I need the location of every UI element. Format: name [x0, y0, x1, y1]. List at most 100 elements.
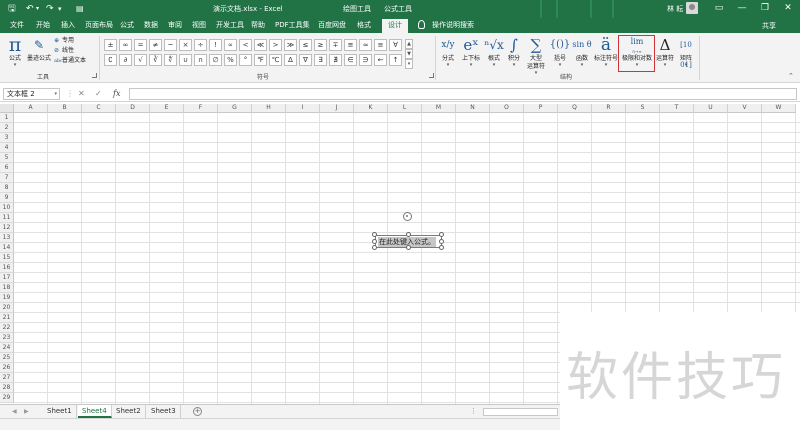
- row-header[interactable]: 13: [0, 233, 14, 243]
- row-header[interactable]: 9: [0, 193, 14, 203]
- symbol-button[interactable]: ≤: [299, 39, 312, 51]
- row-header[interactable]: 20: [0, 303, 14, 313]
- tell-me-search[interactable]: 操作说明搜索: [430, 20, 476, 31]
- symbol-button[interactable]: ℃: [269, 54, 282, 66]
- column-header[interactable]: I: [286, 104, 320, 113]
- symbol-button[interactable]: ∋: [359, 54, 372, 66]
- enter-icon[interactable]: ✓: [95, 88, 102, 99]
- share-button[interactable]: 共享: [762, 21, 776, 31]
- symbol-button[interactable]: ≅: [344, 39, 357, 51]
- symbol-button[interactable]: ∩: [194, 54, 207, 66]
- tools-dialog-launcher-icon[interactable]: [92, 73, 97, 78]
- symbol-button[interactable]: ∜: [164, 54, 177, 66]
- user-name[interactable]: 林 耘: [667, 4, 683, 14]
- row-header[interactable]: 29: [0, 393, 14, 403]
- linear-button[interactable]: ⊘ 线性: [54, 46, 74, 55]
- symbol-button[interactable]: ∃: [314, 54, 327, 66]
- cancel-icon[interactable]: ✕: [78, 88, 85, 99]
- column-header[interactable]: K: [354, 104, 388, 113]
- prev-sheet-icon[interactable]: ◀: [12, 408, 17, 415]
- quick-access-more-icon[interactable]: ▾: [58, 3, 62, 15]
- row-header[interactable]: 11: [0, 213, 14, 223]
- column-header[interactable]: N: [456, 104, 490, 113]
- symbol-button[interactable]: ∞: [119, 39, 132, 51]
- tab-format[interactable]: 格式: [355, 20, 373, 31]
- symbol-button[interactable]: ↑: [389, 54, 402, 66]
- row-header[interactable]: 19: [0, 293, 14, 303]
- scroll-down-icon[interactable]: ▼: [405, 49, 413, 59]
- matrix-button[interactable]: [10 01] 矩阵 ▾: [676, 35, 696, 69]
- symbol-button[interactable]: ∀: [389, 39, 402, 51]
- radical-button[interactable]: ⁿ√x 根式 ▾: [484, 35, 504, 68]
- column-header[interactable]: F: [184, 104, 218, 113]
- row-header[interactable]: 15: [0, 253, 14, 263]
- symbol-button[interactable]: %: [224, 54, 237, 66]
- resize-handle[interactable]: [406, 245, 411, 250]
- gallery-more-icon[interactable]: ▾: [405, 59, 413, 69]
- column-header[interactable]: R: [592, 104, 626, 113]
- resize-handle[interactable]: [406, 232, 411, 237]
- accent-button[interactable]: ä 标注符号 ▾: [594, 35, 618, 68]
- row-header[interactable]: 27: [0, 373, 14, 383]
- large-operator-button[interactable]: ∑ 大型 运算符 ▾: [524, 35, 548, 76]
- symbol-button[interactable]: ≪: [254, 39, 267, 51]
- column-header[interactable]: M: [422, 104, 456, 113]
- symbol-button[interactable]: ←: [374, 54, 387, 66]
- symbol-button[interactable]: !: [209, 39, 222, 51]
- avatar[interactable]: [686, 2, 698, 14]
- resize-handle[interactable]: [439, 245, 444, 250]
- symbol-button[interactable]: ~: [164, 39, 177, 51]
- symbol-button[interactable]: ÷: [194, 39, 207, 51]
- symbol-button[interactable]: ≥: [314, 39, 327, 51]
- symbol-button[interactable]: ∝: [224, 39, 237, 51]
- undo-icon[interactable]: ↶: [26, 3, 34, 15]
- horizontal-scrollbar[interactable]: [483, 408, 558, 416]
- symbol-button[interactable]: ≫: [284, 39, 297, 51]
- row-header[interactable]: 7: [0, 173, 14, 183]
- symbol-button[interactable]: ℉: [254, 54, 267, 66]
- symbol-button[interactable]: √: [134, 54, 147, 66]
- professional-button[interactable]: ⊕ 专用: [54, 36, 74, 45]
- column-header[interactable]: D: [116, 104, 150, 113]
- tab-baidu-netdisk[interactable]: 百度网盘: [316, 20, 348, 31]
- symbol-button[interactable]: ∇: [299, 54, 312, 66]
- symbol-button[interactable]: ∂: [119, 54, 132, 66]
- tab-review[interactable]: 审阅: [166, 20, 184, 31]
- symbol-button[interactable]: ∆: [284, 54, 297, 66]
- row-header[interactable]: 28: [0, 383, 14, 393]
- bracket-button[interactable]: {()} 括号 ▾: [549, 35, 571, 68]
- sheet-tab[interactable]: Sheet2: [112, 405, 146, 418]
- operator-button[interactable]: Δ 运算符 ▾: [655, 35, 675, 68]
- row-header[interactable]: 25: [0, 353, 14, 363]
- row-header[interactable]: 6: [0, 163, 14, 173]
- column-header[interactable]: S: [626, 104, 660, 113]
- row-header[interactable]: 3: [0, 133, 14, 143]
- symbol-button[interactable]: ±: [104, 39, 117, 51]
- symbol-button[interactable]: ∈: [344, 54, 357, 66]
- insert-function-icon[interactable]: fx: [113, 88, 120, 99]
- row-header[interactable]: 10: [0, 203, 14, 213]
- row-header[interactable]: 24: [0, 343, 14, 353]
- function-button[interactable]: sin θ 函数 ▾: [571, 35, 593, 68]
- tab-developer[interactable]: 开发工具: [214, 20, 246, 31]
- save-icon[interactable]: 🖫: [8, 3, 16, 15]
- minimize-button[interactable]: —: [733, 2, 751, 15]
- tab-view[interactable]: 视图: [190, 20, 208, 31]
- redo-icon[interactable]: ↷: [46, 3, 54, 15]
- next-sheet-icon[interactable]: ▶: [24, 408, 29, 415]
- tab-home[interactable]: 开始: [34, 20, 52, 31]
- add-sheet-icon[interactable]: +: [193, 407, 202, 416]
- tab-insert[interactable]: 插入: [59, 20, 77, 31]
- resize-handle[interactable]: [372, 239, 377, 244]
- close-button[interactable]: ✕: [779, 2, 797, 15]
- normal-text-button[interactable]: abc普通文本: [54, 56, 86, 66]
- formula-input[interactable]: [129, 88, 797, 100]
- symbol-button[interactable]: ∓: [329, 39, 342, 51]
- sheet-tab-active[interactable]: Sheet4: [78, 405, 112, 418]
- row-header[interactable]: 2: [0, 123, 14, 133]
- row-header[interactable]: 14: [0, 243, 14, 253]
- column-header[interactable]: P: [524, 104, 558, 113]
- column-header[interactable]: C: [82, 104, 116, 113]
- row-header[interactable]: 21: [0, 313, 14, 323]
- column-header[interactable]: O: [490, 104, 524, 113]
